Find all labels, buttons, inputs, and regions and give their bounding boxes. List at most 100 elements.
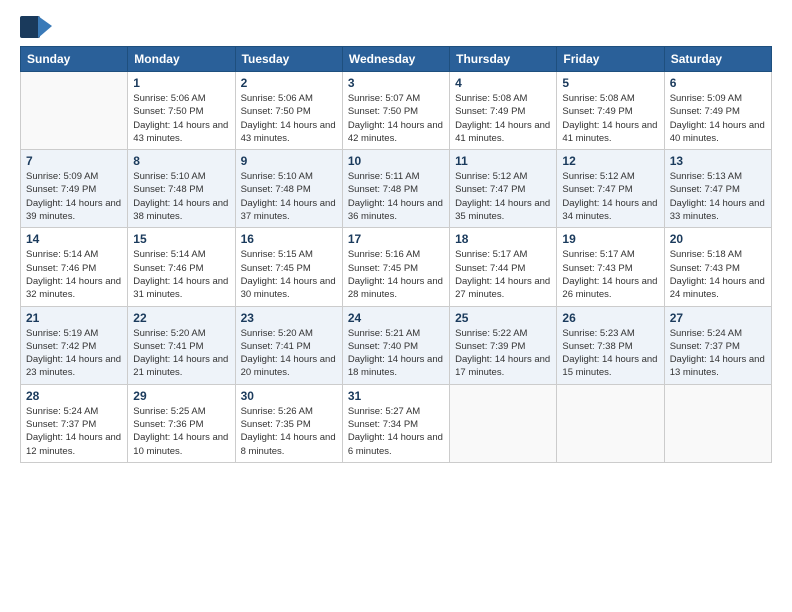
day-number: 17 xyxy=(348,232,444,246)
day-number: 8 xyxy=(133,154,229,168)
calendar-cell: 3Sunrise: 5:07 AMSunset: 7:50 PMDaylight… xyxy=(342,72,449,150)
day-number: 23 xyxy=(241,311,337,325)
header xyxy=(20,16,772,38)
calendar-cell: 28Sunrise: 5:24 AMSunset: 7:37 PMDayligh… xyxy=(21,384,128,462)
calendar-cell: 24 Sunrise: 5:21 AMSunset: 7:40 PMDayligh… xyxy=(342,306,449,384)
calendar-cell: 11 Sunrise: 5:12 AMSunset: 7:47 PMDayligh… xyxy=(450,150,557,228)
day-info: Sunrise: 5:26 AMSunset: 7:35 PMDaylight:… xyxy=(241,405,337,458)
day-number: 3 xyxy=(348,76,444,90)
calendar-week-row: 7 Sunrise: 5:09 AMSunset: 7:49 PMDaylight… xyxy=(21,150,772,228)
day-info: Sunrise: 5:25 AMSunset: 7:36 PMDaylight:… xyxy=(133,405,229,458)
calendar-weekday-tuesday: Tuesday xyxy=(235,47,342,72)
calendar-cell: 10 Sunrise: 5:11 AMSunset: 7:48 PMDayligh… xyxy=(342,150,449,228)
day-info: Sunrise: 5:20 AMSunset: 7:41 PMDaylight:… xyxy=(133,327,229,380)
calendar-cell: 7 Sunrise: 5:09 AMSunset: 7:49 PMDaylight… xyxy=(21,150,128,228)
day-number: 11 xyxy=(455,154,551,168)
calendar-cell: 5Sunrise: 5:08 AMSunset: 7:49 PMDaylight… xyxy=(557,72,664,150)
day-number: 7 xyxy=(26,154,122,168)
calendar-cell: 23 Sunrise: 5:20 AMSunset: 7:41 PMDayligh… xyxy=(235,306,342,384)
day-number: 16 xyxy=(241,232,337,246)
day-number: 18 xyxy=(455,232,551,246)
calendar-cell: 31Sunrise: 5:27 AMSunset: 7:34 PMDayligh… xyxy=(342,384,449,462)
day-info: Sunrise: 5:14 AMSunset: 7:46 PMDaylight:… xyxy=(133,248,229,301)
calendar-cell: 8Sunrise: 5:10 AMSunset: 7:48 PMDaylight… xyxy=(128,150,235,228)
day-info: Sunrise: 5:12 AMSunset: 7:47 PMDaylight:… xyxy=(562,170,658,223)
day-info: Sunrise: 5:16 AMSunset: 7:45 PMDaylight:… xyxy=(348,248,444,301)
day-number: 22 xyxy=(133,311,229,325)
day-info: Sunrise: 5:18 AMSunset: 7:43 PMDaylight:… xyxy=(670,248,766,301)
calendar-week-row: 1 Sunrise: 5:06 AMSunset: 7:50 PMDaylight… xyxy=(21,72,772,150)
calendar-cell: 16 Sunrise: 5:15 AMSunset: 7:45 PMDayligh… xyxy=(235,228,342,306)
logo xyxy=(20,16,56,38)
calendar-weekday-thursday: Thursday xyxy=(450,47,557,72)
day-info: Sunrise: 5:20 AMSunset: 7:41 PMDaylight:… xyxy=(241,327,337,380)
day-info: Sunrise: 5:13 AMSunset: 7:47 PMDaylight:… xyxy=(670,170,766,223)
day-number: 15 xyxy=(133,232,229,246)
calendar-weekday-sunday: Sunday xyxy=(21,47,128,72)
calendar-cell: 4 Sunrise: 5:08 AMSunset: 7:49 PMDaylight… xyxy=(450,72,557,150)
day-info: Sunrise: 5:12 AMSunset: 7:47 PMDaylight:… xyxy=(455,170,551,223)
calendar-cell xyxy=(21,72,128,150)
calendar-cell: 12 Sunrise: 5:12 AMSunset: 7:47 PMDayligh… xyxy=(557,150,664,228)
day-number: 14 xyxy=(26,232,122,246)
calendar-cell: 27Sunrise: 5:24 AMSunset: 7:37 PMDayligh… xyxy=(664,306,771,384)
day-info: Sunrise: 5:06 AMSunset: 7:50 PMDaylight:… xyxy=(241,92,337,145)
calendar-cell xyxy=(664,384,771,462)
calendar-cell: 20 Sunrise: 5:18 AMSunset: 7:43 PMDayligh… xyxy=(664,228,771,306)
day-info: Sunrise: 5:09 AMSunset: 7:49 PMDaylight:… xyxy=(26,170,122,223)
day-number: 4 xyxy=(455,76,551,90)
day-number: 13 xyxy=(670,154,766,168)
day-info: Sunrise: 5:17 AMSunset: 7:44 PMDaylight:… xyxy=(455,248,551,301)
calendar-cell: 9 Sunrise: 5:10 AMSunset: 7:48 PMDaylight… xyxy=(235,150,342,228)
day-info: Sunrise: 5:11 AMSunset: 7:48 PMDaylight:… xyxy=(348,170,444,223)
day-number: 29 xyxy=(133,389,229,403)
calendar-weekday-wednesday: Wednesday xyxy=(342,47,449,72)
logo-icon xyxy=(20,16,52,38)
calendar-cell: 13 Sunrise: 5:13 AMSunset: 7:47 PMDayligh… xyxy=(664,150,771,228)
day-info: Sunrise: 5:09 AMSunset: 7:49 PMDaylight:… xyxy=(670,92,766,145)
calendar-cell: 30 Sunrise: 5:26 AMSunset: 7:35 PMDayligh… xyxy=(235,384,342,462)
day-number: 26 xyxy=(562,311,658,325)
day-number: 5 xyxy=(562,76,658,90)
day-number: 9 xyxy=(241,154,337,168)
calendar-weekday-saturday: Saturday xyxy=(664,47,771,72)
calendar-cell xyxy=(557,384,664,462)
day-info: Sunrise: 5:19 AMSunset: 7:42 PMDaylight:… xyxy=(26,327,122,380)
day-info: Sunrise: 5:21 AMSunset: 7:40 PMDaylight:… xyxy=(348,327,444,380)
calendar-cell: 22 Sunrise: 5:20 AMSunset: 7:41 PMDayligh… xyxy=(128,306,235,384)
day-number: 28 xyxy=(26,389,122,403)
day-info: Sunrise: 5:14 AMSunset: 7:46 PMDaylight:… xyxy=(26,248,122,301)
calendar-cell: 1 Sunrise: 5:06 AMSunset: 7:50 PMDaylight… xyxy=(128,72,235,150)
day-number: 25 xyxy=(455,311,551,325)
day-info: Sunrise: 5:10 AMSunset: 7:48 PMDaylight:… xyxy=(241,170,337,223)
day-info: Sunrise: 5:27 AMSunset: 7:34 PMDaylight:… xyxy=(348,405,444,458)
day-info: Sunrise: 5:06 AMSunset: 7:50 PMDaylight:… xyxy=(133,92,229,145)
calendar-cell: 18 Sunrise: 5:17 AMSunset: 7:44 PMDayligh… xyxy=(450,228,557,306)
calendar-weekday-monday: Monday xyxy=(128,47,235,72)
calendar-week-row: 21 Sunrise: 5:19 AMSunset: 7:42 PMDayligh… xyxy=(21,306,772,384)
day-info: Sunrise: 5:23 AMSunset: 7:38 PMDaylight:… xyxy=(562,327,658,380)
calendar-cell: 14 Sunrise: 5:14 AMSunset: 7:46 PMDayligh… xyxy=(21,228,128,306)
calendar-cell: 25 Sunrise: 5:22 AMSunset: 7:39 PMDayligh… xyxy=(450,306,557,384)
calendar-header-row: SundayMondayTuesdayWednesdayThursdayFrid… xyxy=(21,47,772,72)
day-number: 1 xyxy=(133,76,229,90)
day-number: 2 xyxy=(241,76,337,90)
calendar-cell: 17 Sunrise: 5:16 AMSunset: 7:45 PMDayligh… xyxy=(342,228,449,306)
calendar-cell: 19Sunrise: 5:17 AMSunset: 7:43 PMDayligh… xyxy=(557,228,664,306)
day-info: Sunrise: 5:08 AMSunset: 7:49 PMDaylight:… xyxy=(455,92,551,145)
day-info: Sunrise: 5:15 AMSunset: 7:45 PMDaylight:… xyxy=(241,248,337,301)
calendar-cell: 6 Sunrise: 5:09 AMSunset: 7:49 PMDaylight… xyxy=(664,72,771,150)
day-number: 10 xyxy=(348,154,444,168)
calendar-cell: 29 Sunrise: 5:25 AMSunset: 7:36 PMDayligh… xyxy=(128,384,235,462)
day-number: 30 xyxy=(241,389,337,403)
day-number: 24 xyxy=(348,311,444,325)
day-info: Sunrise: 5:22 AMSunset: 7:39 PMDaylight:… xyxy=(455,327,551,380)
calendar-table: SundayMondayTuesdayWednesdayThursdayFrid… xyxy=(20,46,772,463)
day-number: 20 xyxy=(670,232,766,246)
day-number: 19 xyxy=(562,232,658,246)
day-number: 12 xyxy=(562,154,658,168)
calendar-cell: 15 Sunrise: 5:14 AMSunset: 7:46 PMDayligh… xyxy=(128,228,235,306)
day-number: 21 xyxy=(26,311,122,325)
day-number: 6 xyxy=(670,76,766,90)
page: SundayMondayTuesdayWednesdayThursdayFrid… xyxy=(0,0,792,612)
